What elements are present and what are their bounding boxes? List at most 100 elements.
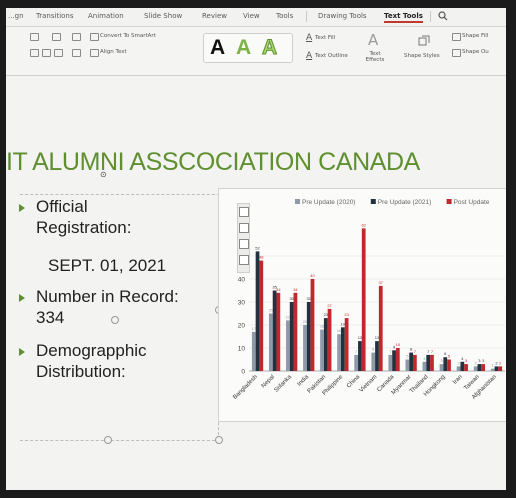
wordart-style-gallery[interactable]: A A A [203,33,293,63]
data-label: 7 [427,349,430,354]
bar [392,350,396,371]
tab-design[interactable]: ...gn [8,12,24,20]
slide-title[interactable]: IT ALUMNI ASSCOCIATION CANADA [6,148,420,177]
chart-settings-icon[interactable] [239,255,249,265]
slide-canvas[interactable]: IT ALUMNI ASSCOCIATION CANADA ⊙ Official… [6,76,506,490]
bar [306,302,311,371]
bar [371,352,376,371]
line-spacing-icon[interactable] [72,33,81,41]
smartart-icon[interactable] [90,33,99,41]
x-tick-label: Iran [452,374,464,386]
x-tick-label: Srilanka [274,374,294,394]
align-left-icon[interactable] [30,49,39,57]
bar [409,352,414,371]
legend-label: Post Update [454,199,490,206]
bar [375,341,379,371]
bar [481,364,486,371]
y-tick-label: 40 [238,277,246,284]
bullet-line: Official [36,197,88,216]
shape-styles-icon[interactable] [418,35,430,47]
data-label: 34 [293,287,298,292]
bullet-text[interactable]: Official Registration: [36,196,131,238]
data-label: 2 [495,360,498,365]
slide-editing-area: IT ALUMNI ASSCOCIATION CANADA ⊙ Official… [6,76,506,490]
text-effects-icon[interactable]: A [368,31,378,49]
bar [323,318,328,371]
resize-handle[interactable] [215,436,223,444]
bar [251,331,256,371]
bar [337,334,341,371]
search-icon[interactable] [438,11,448,21]
tab-slide-show[interactable]: Slide Show [144,12,182,20]
bar [340,327,345,371]
shape-styles-button[interactable]: Shape Styles [404,53,440,59]
legend-swatch [370,199,376,204]
bar [477,364,482,371]
shape-fill-icon[interactable] [452,33,461,41]
legend-swatch [446,199,452,204]
data-label: 23 [344,312,349,317]
x-tick-label: Nepal [261,374,276,389]
indent-icon[interactable] [30,33,39,41]
list-icon[interactable] [52,33,61,41]
chart-filter-icon[interactable] [239,239,249,249]
bar [344,318,349,371]
data-label: 2 [499,360,502,365]
align-right-icon[interactable] [54,49,63,57]
wordart-style-green[interactable]: A [236,36,251,60]
chart-tools-panel [237,203,250,273]
tab-animation[interactable]: Animation [88,12,124,20]
bullet-line: SEPT. 01, 2021 [48,256,167,275]
bar [310,279,315,371]
bar [443,357,448,371]
tab-tools[interactable]: Tools [276,12,293,20]
bullet-text[interactable]: Number in Record: 334 [36,286,179,328]
demographic-chart[interactable]: Pre Update (2020) Pre Update (2021) Post U… [218,188,506,422]
wordart-style-outline[interactable]: A [261,36,277,60]
bar [268,313,273,371]
data-label: 7 [431,349,434,354]
wordart-style-black[interactable]: A [210,36,225,60]
align-center-icon[interactable] [42,49,51,57]
align-text-button[interactable]: Align Text [100,49,127,55]
shape-fill-button[interactable]: Shape Fill [462,33,488,39]
shape-outline-button[interactable]: Shape Ou [462,49,489,55]
rotate-handle-icon[interactable]: ⊙ [100,170,107,179]
bar [303,325,307,371]
shape-outline-icon[interactable] [452,49,461,57]
distribute-icon[interactable] [72,49,81,57]
chart-elements-icon[interactable] [239,207,249,217]
bullet-subtext[interactable]: SEPT. 01, 2021 [48,255,166,276]
tab-view[interactable]: View [243,12,260,20]
bar [430,354,434,371]
data-label: 27 [327,303,332,308]
text-outline-button[interactable]: Text Outline [315,53,348,59]
tab-drawing-tools[interactable]: Drawing Tools [318,12,367,20]
text-fill-button[interactable]: Text Fill [315,35,335,41]
bullet-text[interactable]: Demograpphic Distribution: [36,340,147,382]
bar [439,364,444,371]
data-label: 7 [355,349,358,354]
resize-handle[interactable] [104,436,112,444]
x-tick-label: Vietnam [359,374,379,394]
x-tick-label: India [297,374,311,388]
convert-smartart-button[interactable]: Convert To SmartArt [100,33,156,39]
text-fill-icon[interactable]: A [306,33,312,43]
text-effects-button[interactable]: Text Effects [360,51,390,63]
data-label: 8 [372,347,375,352]
tab-text-tools[interactable]: Text Tools [384,12,423,23]
tab-transitions[interactable]: Transitions [36,12,74,20]
data-label: 40 [310,273,315,278]
bar [354,354,359,371]
data-label: 5 [448,354,451,359]
bar [276,292,281,371]
chart-styles-icon[interactable] [239,223,249,233]
bullet-marker [19,348,25,356]
resize-handle[interactable] [111,316,119,324]
tab-review[interactable]: Review [202,12,227,20]
data-label: 3 [465,358,468,363]
align-text-icon[interactable] [90,49,99,57]
data-label: 3 [478,358,481,363]
text-outline-icon[interactable]: A [306,51,312,61]
bar [422,361,427,371]
